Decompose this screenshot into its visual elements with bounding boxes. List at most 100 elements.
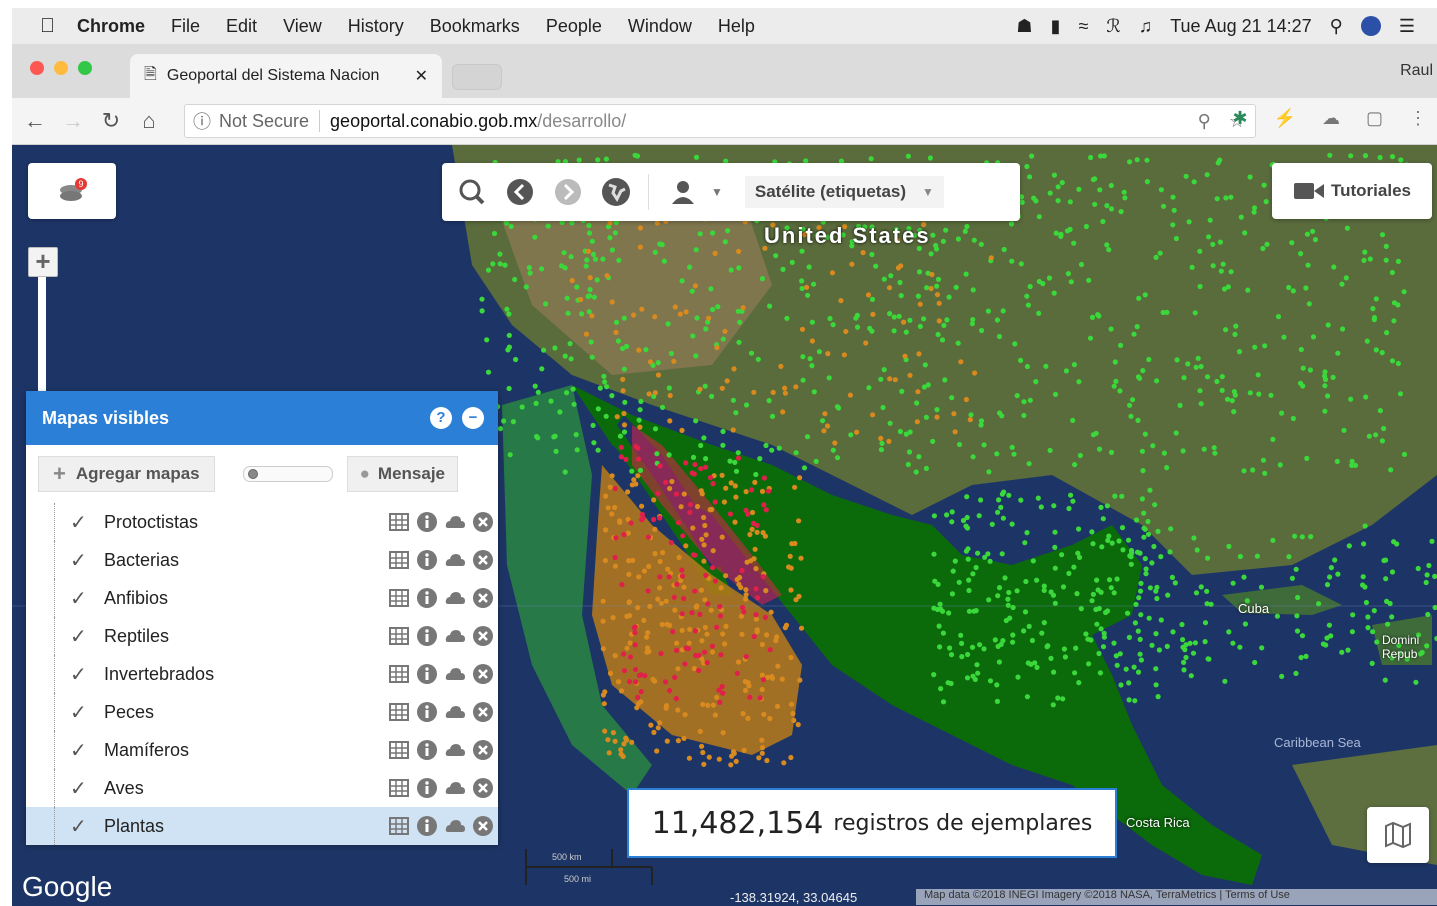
map-view[interactable]: United States Cuba Domini Repub Caribbea… xyxy=(12,145,1437,906)
layer-checkbox[interactable]: ✓ xyxy=(70,586,92,611)
info-icon[interactable] xyxy=(416,777,438,799)
info-icon[interactable] xyxy=(416,815,438,837)
remove-layer-icon[interactable] xyxy=(472,663,494,685)
table-icon[interactable] xyxy=(388,587,410,609)
info-icon[interactable] xyxy=(416,701,438,723)
opacity-slider-handle[interactable] xyxy=(247,469,258,479)
table-icon[interactable] xyxy=(388,549,410,571)
cloud-download-icon[interactable] xyxy=(444,511,466,533)
home-icon[interactable]: ☗ xyxy=(1016,16,1032,37)
notification-center-icon[interactable]: ☰ xyxy=(1399,16,1415,37)
forward-icon[interactable]: → xyxy=(58,108,88,134)
profile-name[interactable]: Raul xyxy=(1400,62,1433,80)
info-icon[interactable] xyxy=(416,587,438,609)
remove-layer-icon[interactable] xyxy=(472,587,494,609)
remove-layer-icon[interactable] xyxy=(472,739,494,761)
menu-file[interactable]: File xyxy=(171,16,200,37)
cloud-download-icon[interactable] xyxy=(444,663,466,685)
volume-icon[interactable]: ♫ xyxy=(1139,16,1153,37)
menu-app-chrome[interactable]: Chrome xyxy=(77,16,145,37)
battery-icon[interactable]: ▮ xyxy=(1051,16,1061,37)
apple-icon[interactable]:  xyxy=(40,15,55,38)
remove-layer-icon[interactable] xyxy=(472,549,494,571)
info-icon[interactable]: ⓘ xyxy=(193,108,211,134)
map-view-button[interactable] xyxy=(1367,807,1429,863)
extension-puzzle-icon[interactable]: ✱ xyxy=(1232,108,1247,129)
cloud-download-icon[interactable] xyxy=(444,587,466,609)
layer-checkbox[interactable]: ✓ xyxy=(70,814,92,839)
layer-row[interactable]: ✓ Peces xyxy=(26,693,498,731)
zoom-box-button[interactable] xyxy=(454,174,490,210)
add-maps-button[interactable]: + Agregar mapas xyxy=(38,456,215,492)
back-icon[interactable]: ← xyxy=(20,108,50,134)
info-icon[interactable] xyxy=(416,625,438,647)
layer-checkbox[interactable]: ✓ xyxy=(70,624,92,649)
remove-layer-icon[interactable] xyxy=(472,777,494,799)
cloud-download-icon[interactable] xyxy=(444,777,466,799)
zoom-in-button[interactable]: + xyxy=(28,247,58,277)
layers-button[interactable]: 9 xyxy=(28,163,116,219)
tab-geoportal[interactable]: 🗎 Geoportal del Sistema Nacion ✕ xyxy=(130,54,442,98)
extension-bolt-icon[interactable]: ⚡ xyxy=(1274,108,1296,129)
home-button-icon[interactable]: ⌂ xyxy=(134,108,164,134)
info-icon[interactable] xyxy=(416,549,438,571)
spotlight-search-icon[interactable]: ⚲ xyxy=(1330,16,1343,37)
bluetooth-icon[interactable]: ℛ xyxy=(1106,16,1120,37)
table-icon[interactable] xyxy=(388,777,410,799)
table-icon[interactable] xyxy=(388,701,410,723)
close-window-button[interactable] xyxy=(30,61,44,75)
message-button[interactable]: ● Mensaje xyxy=(346,456,459,492)
user-tools-chevron-down-icon[interactable]: ▼ xyxy=(711,185,723,199)
menu-edit[interactable]: Edit xyxy=(226,16,257,37)
zoom-icon[interactable]: ⚲ xyxy=(1198,111,1211,132)
chrome-menu-icon[interactable]: ⋮ xyxy=(1409,108,1427,129)
table-icon[interactable] xyxy=(388,511,410,533)
extension-square-icon[interactable]: ▢ xyxy=(1366,108,1383,129)
layer-checkbox[interactable]: ✓ xyxy=(70,662,92,687)
extension-cloud-icon[interactable]: ☁ xyxy=(1322,108,1340,129)
table-icon[interactable] xyxy=(388,663,410,685)
cloud-download-icon[interactable] xyxy=(444,549,466,571)
datetime[interactable]: Tue Aug 21 14:27 xyxy=(1170,16,1311,37)
table-icon[interactable] xyxy=(388,815,410,837)
layer-checkbox[interactable]: ✓ xyxy=(70,510,92,535)
layer-row[interactable]: ✓ Bacterias xyxy=(26,541,498,579)
menu-history[interactable]: History xyxy=(348,16,404,37)
cloud-download-icon[interactable] xyxy=(444,739,466,761)
info-icon[interactable] xyxy=(416,511,438,533)
menu-bookmarks[interactable]: Bookmarks xyxy=(430,16,520,37)
opacity-slider[interactable] xyxy=(242,466,333,482)
layer-row[interactable]: ✓ Reptiles xyxy=(26,617,498,655)
full-extent-button[interactable] xyxy=(598,174,634,210)
tutorials-button[interactable]: Tutoriales xyxy=(1272,163,1432,219)
siri-icon[interactable] xyxy=(1360,16,1381,36)
layer-checkbox[interactable]: ✓ xyxy=(70,776,92,801)
cloud-download-icon[interactable] xyxy=(444,815,466,837)
menu-window[interactable]: Window xyxy=(628,16,692,37)
layer-checkbox[interactable]: ✓ xyxy=(70,700,92,725)
layer-row[interactable]: ✓ Aves xyxy=(26,769,498,807)
menu-people[interactable]: People xyxy=(546,16,602,37)
remove-layer-icon[interactable] xyxy=(472,511,494,533)
layer-checkbox[interactable]: ✓ xyxy=(70,548,92,573)
cloud-download-icon[interactable] xyxy=(444,701,466,723)
layer-row[interactable]: ✓ Protoctistas xyxy=(26,503,498,541)
security-label[interactable]: Not Secure xyxy=(219,111,309,132)
table-icon[interactable] xyxy=(388,739,410,761)
layer-row[interactable]: ✓ Plantas xyxy=(26,807,498,845)
user-tools-button[interactable] xyxy=(665,174,701,210)
menu-view[interactable]: View xyxy=(283,16,322,37)
previous-view-button[interactable] xyxy=(502,174,538,210)
remove-layer-icon[interactable] xyxy=(472,701,494,723)
remove-layer-icon[interactable] xyxy=(472,625,494,647)
close-tab-icon[interactable]: ✕ xyxy=(415,66,428,86)
help-icon[interactable]: ? xyxy=(430,407,452,429)
layer-row[interactable]: ✓ Invertebrados xyxy=(26,655,498,693)
next-view-button[interactable] xyxy=(550,174,586,210)
info-icon[interactable] xyxy=(416,739,438,761)
remove-layer-icon[interactable] xyxy=(472,815,494,837)
layer-row[interactable]: ✓ Mamíferos xyxy=(26,731,498,769)
reload-icon[interactable]: ↻ xyxy=(96,108,126,134)
maximize-window-button[interactable] xyxy=(78,61,92,75)
table-icon[interactable] xyxy=(388,625,410,647)
